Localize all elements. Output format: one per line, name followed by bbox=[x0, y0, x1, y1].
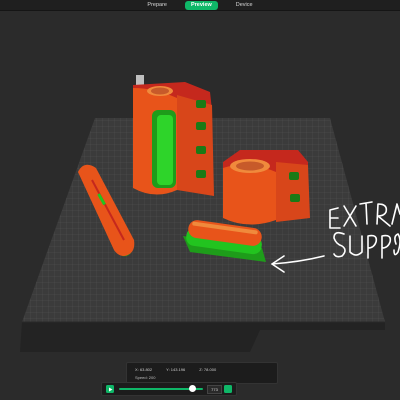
z-coordinate: Z: 78.000 bbox=[199, 367, 217, 372]
tab-device[interactable]: Device bbox=[230, 1, 259, 10]
tab-prepare[interactable]: Prepare bbox=[141, 1, 173, 10]
mode-tabs: Prepare Preview Device bbox=[0, 0, 400, 10]
y-coordinate: Y: 143.196 bbox=[166, 367, 186, 372]
position-legend: X: 63.802 Y: 143.196 Z: 78.000 Speed: 20… bbox=[126, 362, 278, 384]
layer-slider-thumb[interactable] bbox=[189, 385, 197, 392]
coordinates-row: X: 63.802 Y: 143.196 Z: 78.000 bbox=[135, 367, 216, 372]
layer-number-input[interactable] bbox=[207, 385, 222, 394]
small-clamp-model[interactable] bbox=[223, 150, 310, 225]
speed-readout: Speed: 200 bbox=[135, 375, 156, 380]
tall-clamp-model[interactable] bbox=[133, 75, 214, 196]
3d-preview-viewport[interactable] bbox=[0, 11, 400, 400]
x-coordinate: X: 63.802 bbox=[135, 367, 153, 372]
end-layer-button[interactable] bbox=[224, 385, 232, 393]
tab-preview[interactable]: Preview bbox=[184, 0, 218, 10]
play-button[interactable] bbox=[106, 385, 114, 393]
top-navigation-bar: Prepare Preview Device bbox=[0, 0, 400, 11]
play-icon bbox=[108, 387, 112, 391]
layer-slider-bar bbox=[101, 382, 237, 396]
